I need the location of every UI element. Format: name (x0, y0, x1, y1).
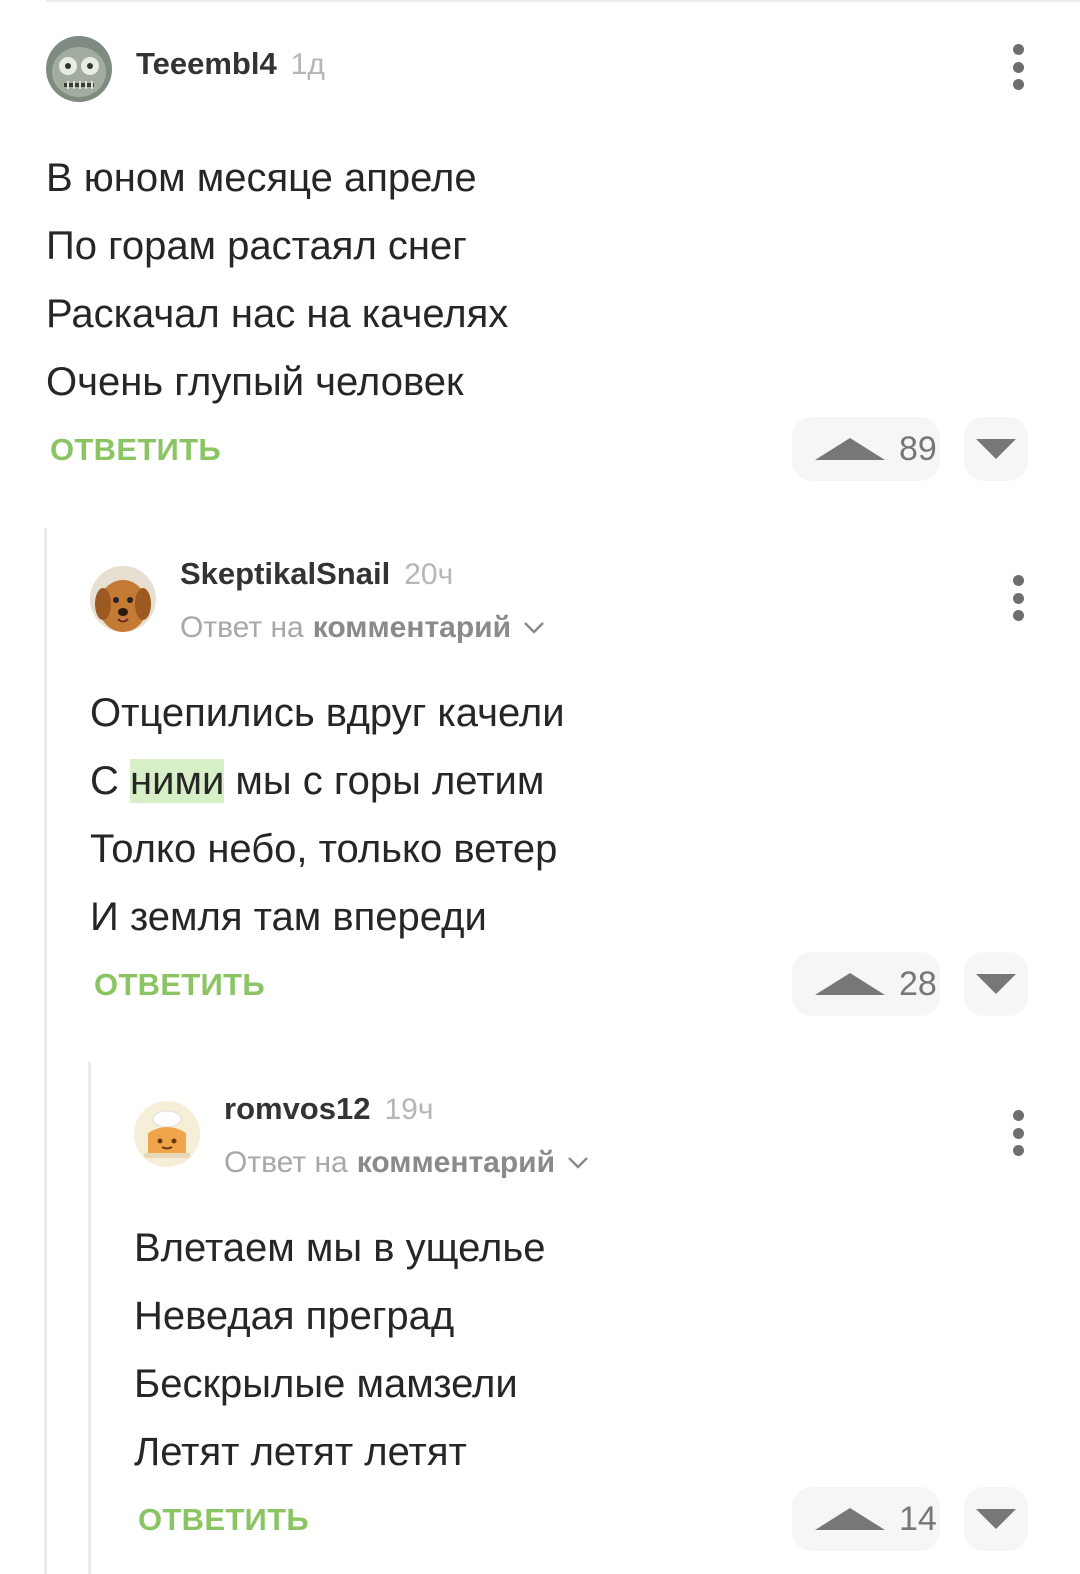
more-vertical-icon[interactable] (1008, 44, 1028, 90)
downvote-button[interactable] (964, 952, 1028, 1016)
comment-line: С ними мы с горы летим (90, 747, 565, 815)
upvote-triangle-icon (815, 438, 885, 460)
vote-count: 89 (899, 429, 937, 468)
reply-button[interactable]: ОТВЕТИТЬ (50, 432, 221, 468)
top-divider (46, 0, 1080, 2)
username[interactable]: SkeptikalSnail (180, 556, 390, 592)
chevron-down-icon (568, 1157, 588, 1169)
comment-body: Отцепились вдруг качели С ними мы с горы… (90, 679, 565, 951)
highlighted-word: ними (130, 759, 225, 803)
line-text: С (90, 759, 119, 803)
line-text: мы с горы летим (235, 759, 545, 803)
vote-count: 28 (899, 964, 937, 1003)
comment-line: По горам растаял снег (46, 224, 467, 268)
comment-line: Отцепились вдруг качели (90, 691, 565, 735)
upvote-triangle-icon (815, 1508, 885, 1530)
upvote-button[interactable]: 14 (792, 1487, 940, 1551)
username[interactable]: romvos12 (224, 1091, 370, 1127)
comment-line: Летят летят летят (134, 1430, 467, 1474)
comment-time: 1д (290, 48, 325, 81)
comment-line: Очень глупый человек (46, 360, 464, 404)
downvote-triangle-icon (976, 1509, 1016, 1529)
comment-line: Раскачал нас на качелях (46, 292, 509, 336)
comment-time: 19ч (384, 1093, 434, 1126)
comment-line: В юном месяце апреле (46, 156, 477, 200)
avatar[interactable] (90, 566, 156, 632)
username[interactable]: Teeembl4 (136, 46, 277, 82)
reply-to-target: комментарий (312, 611, 512, 644)
comment-line: И земля там впереди (90, 895, 487, 939)
reply-to-link[interactable]: Ответ на комментарий (180, 611, 545, 645)
comment-body: Влетаем мы в ущелье Неведая преград Беск… (134, 1214, 545, 1486)
comment-line: Неведая преград (134, 1294, 455, 1338)
more-vertical-icon[interactable] (1008, 575, 1028, 621)
reply-button[interactable]: ОТВЕТИТЬ (138, 1502, 309, 1538)
reply-to-target: комментарий (356, 1146, 556, 1179)
reply-to-prefix: Ответ на (180, 611, 304, 644)
downvote-button[interactable] (964, 417, 1028, 481)
downvote-triangle-icon (976, 974, 1016, 994)
comment-line: Толко небо, только ветер (90, 827, 558, 871)
downvote-triangle-icon (976, 439, 1016, 459)
upvote-button[interactable]: 28 (792, 952, 940, 1016)
more-vertical-icon[interactable] (1008, 1110, 1028, 1156)
thread-line-level-1 (44, 528, 47, 1574)
reply-to-link[interactable]: Ответ на комментарий (224, 1146, 589, 1180)
reply-to-prefix: Ответ на (224, 1146, 348, 1179)
comment-body: В юном месяце апреле По горам растаял сн… (46, 144, 508, 416)
downvote-button[interactable] (964, 1487, 1028, 1551)
comment-time: 20ч (404, 558, 454, 591)
thread-line-level-2 (88, 1062, 91, 1574)
comment-line: Влетаем мы в ущелье (134, 1226, 546, 1270)
avatar[interactable] (46, 36, 112, 102)
avatar[interactable] (134, 1101, 200, 1167)
reply-button[interactable]: ОТВЕТИТЬ (94, 967, 265, 1003)
comment-line: Бескрылые мамзели (134, 1362, 518, 1406)
chevron-down-icon (524, 622, 544, 634)
vote-count: 14 (899, 1499, 937, 1538)
upvote-triangle-icon (815, 973, 885, 995)
upvote-button[interactable]: 89 (792, 417, 940, 481)
